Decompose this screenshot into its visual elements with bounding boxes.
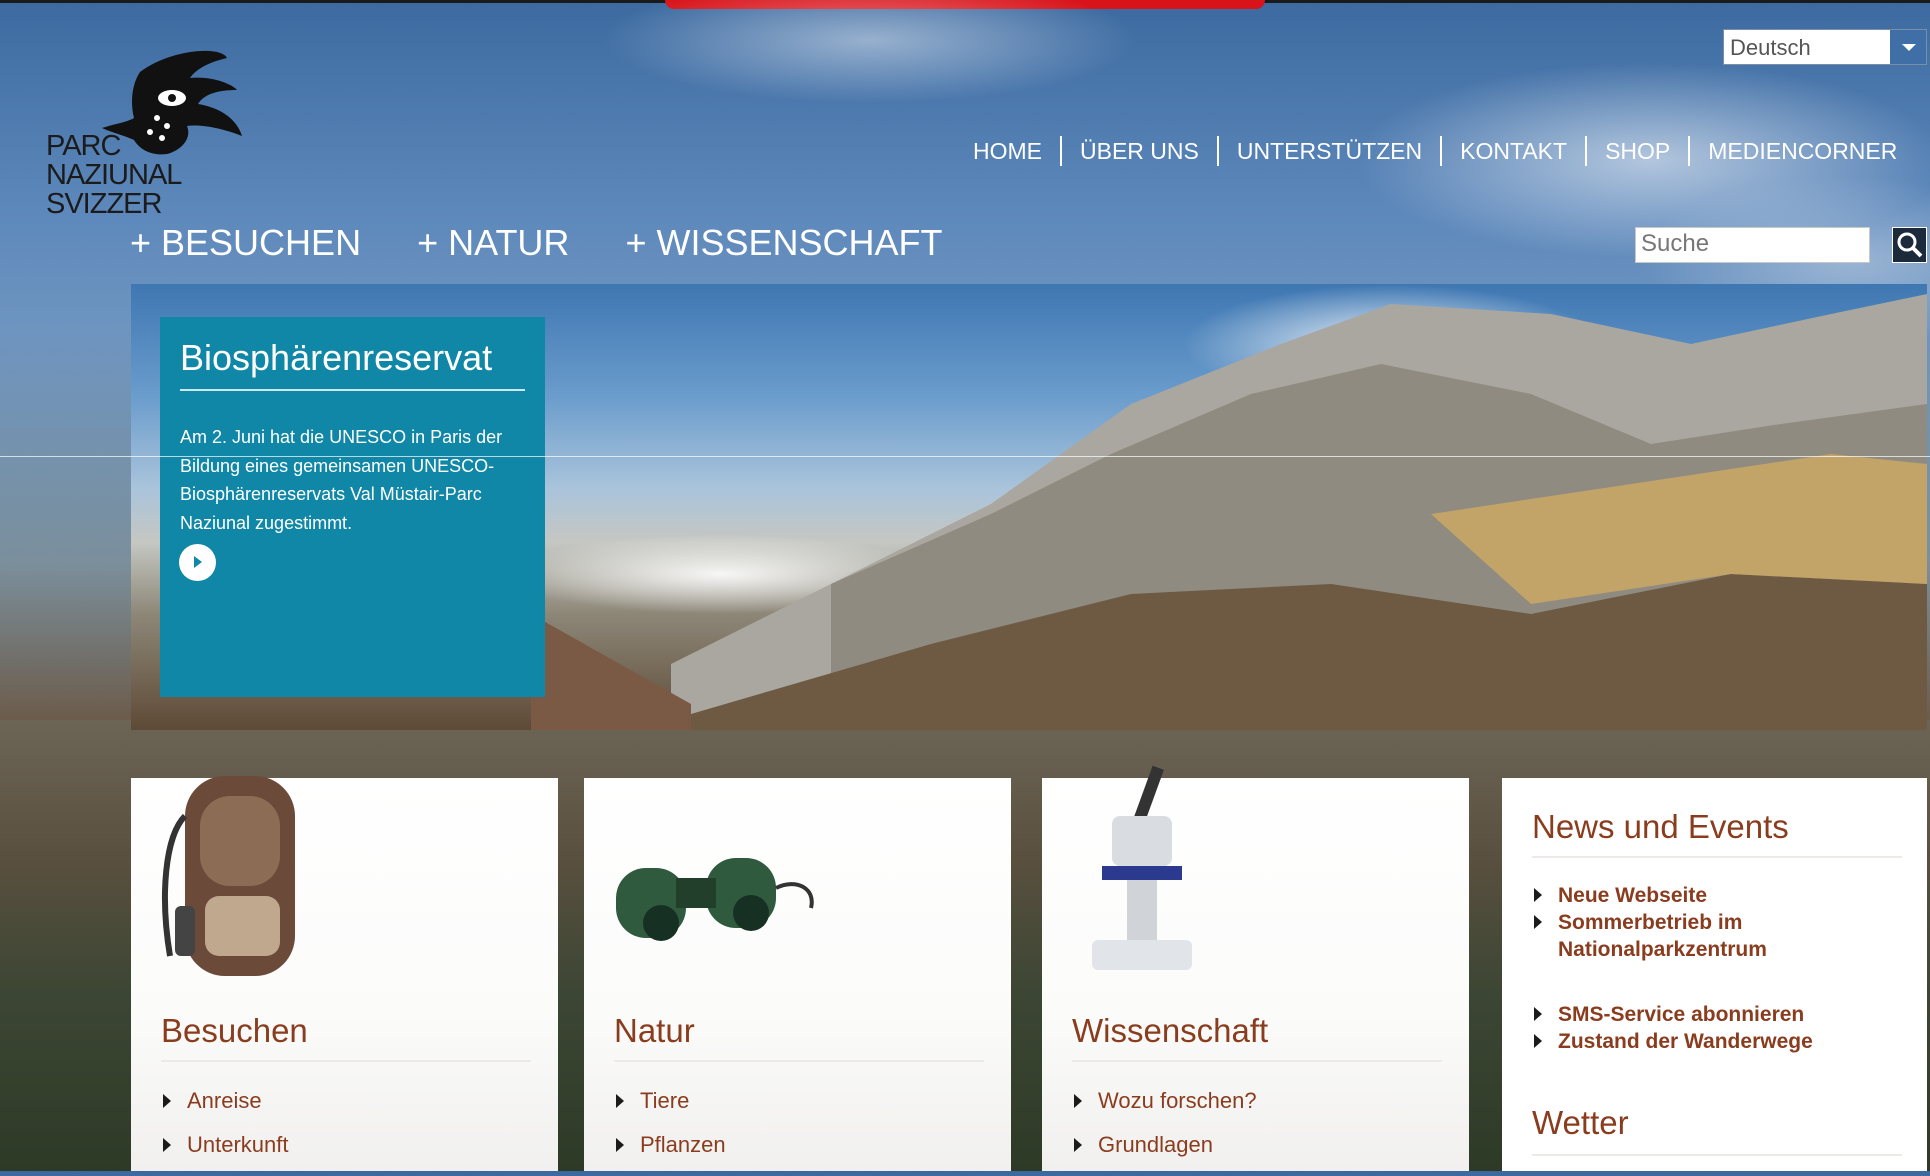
main-nav-wissenschaft[interactable]: + WISSENSCHAFT <box>625 222 942 264</box>
link-anreise[interactable]: Anreise <box>161 1088 289 1132</box>
play-arrow-icon[interactable] <box>179 544 216 581</box>
nav-unterstuetzen[interactable]: UNTERSTÜTZEN <box>1219 138 1440 165</box>
news-item[interactable]: Zustand der Wanderwege <box>1532 1028 1838 1055</box>
backpack-image <box>162 776 295 976</box>
main-navigation: + BESUCHEN + NATUR + WISSENSCHAFT <box>130 222 998 264</box>
nav-kontakt[interactable]: KONTAKT <box>1442 138 1585 165</box>
language-select[interactable]: Deutsch <box>1723 29 1927 65</box>
hero-divider <box>180 389 525 391</box>
card-natur: Natur Tiere Pflanzen <box>584 778 1011 1171</box>
link-tiere[interactable]: Tiere <box>614 1088 726 1132</box>
main-nav-besuchen[interactable]: + BESUCHEN <box>130 222 361 264</box>
nav-ueber-uns[interactable]: ÜBER UNS <box>1062 138 1217 165</box>
card-title[interactable]: Natur <box>614 1012 695 1050</box>
card-title[interactable]: Besuchen <box>161 1012 308 1050</box>
link-wozu-forschen[interactable]: Wozu forschen? <box>1072 1088 1257 1132</box>
news-events-panel: News und Events Neue Webseite Sommerbetr… <box>1502 778 1927 1171</box>
link-grundlagen[interactable]: Grundlagen <box>1072 1132 1257 1176</box>
weather-title: Wetter <box>1532 1104 1629 1141</box>
news-title: News und Events <box>1532 808 1789 845</box>
nav-mediencorner[interactable]: MEDIENCORNER <box>1690 138 1915 165</box>
logo-line-1: PARC <box>46 130 121 162</box>
top-navigation: HOME ÜBER UNS UNTERSTÜTZEN KONTAKT SHOP … <box>958 134 1915 168</box>
news-item[interactable]: Neue Webseite <box>1532 882 1838 909</box>
search-input[interactable] <box>1636 228 1871 260</box>
logo-line-3: SVIZZER <box>46 188 162 220</box>
card-title[interactable]: Wissenschaft <box>1072 1012 1268 1050</box>
scanline-artifact <box>0 456 1930 457</box>
news-list: Neue Webseite Sommerbetrieb im Nationalp… <box>1532 882 1838 1055</box>
card-links: Tiere Pflanzen <box>614 1088 726 1176</box>
link-pflanzen[interactable]: Pflanzen <box>614 1132 726 1176</box>
nav-shop[interactable]: SHOP <box>1587 138 1688 165</box>
card-divider <box>161 1060 531 1062</box>
logo-text: PARC NAZIUNAL SVIZZER <box>46 130 182 220</box>
card-wissenschaft: Wissenschaft Wozu forschen? Grundlagen <box>1042 765 1469 1171</box>
nav-home[interactable]: HOME <box>958 138 1060 165</box>
hero-teaser: Biosphärenreservat Am 2. Juni hat die UN… <box>160 317 545 697</box>
link-unterkunft[interactable]: Unterkunft <box>161 1132 289 1176</box>
weather-divider <box>1532 1154 1902 1156</box>
card-divider <box>614 1060 984 1062</box>
news-divider <box>1532 856 1902 858</box>
chevron-down-icon[interactable] <box>1889 30 1926 64</box>
search-button[interactable] <box>1892 227 1927 263</box>
logo[interactable]: PARC NAZIUNAL SVIZZER <box>22 28 262 219</box>
microscope-image <box>1092 765 1192 970</box>
news-item[interactable]: Sommerbetrieb im Nationalparkzentrum <box>1532 909 1838 963</box>
news-item[interactable]: SMS-Service abonnieren <box>1532 1001 1838 1028</box>
main-nav-natur[interactable]: + NATUR <box>417 222 569 264</box>
search-box <box>1635 227 1871 263</box>
language-selected-value: Deutsch <box>1730 35 1811 60</box>
hero-title: Biosphärenreservat <box>180 337 493 378</box>
card-links: Anreise Unterkunft <box>161 1088 289 1176</box>
card-links: Wozu forschen? Grundlagen <box>1072 1088 1257 1176</box>
search-icon <box>1897 232 1923 258</box>
card-divider <box>1072 1060 1442 1062</box>
hero-text: Am 2. Juni hat die UNESCO in Paris der B… <box>180 427 503 533</box>
logo-line-2: NAZIUNAL <box>46 159 182 191</box>
binoculars-image <box>616 858 814 941</box>
card-besuchen: Besuchen Anreise Unterkunft <box>131 776 558 1171</box>
